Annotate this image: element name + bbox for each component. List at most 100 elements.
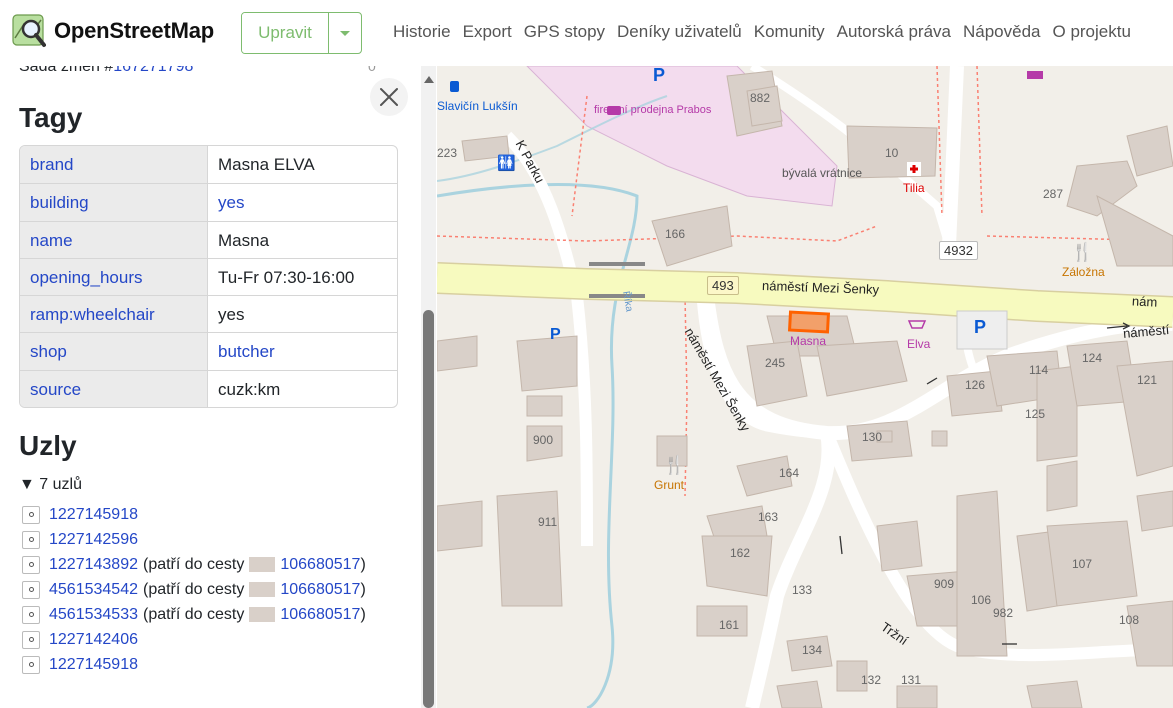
house-number: 10 (885, 146, 899, 160)
nav-copyright[interactable]: Autorská práva (837, 22, 951, 42)
nav-history[interactable]: Historie (393, 22, 451, 42)
house-number: 125 (1025, 407, 1046, 421)
edit-dropdown-toggle[interactable] (328, 13, 361, 53)
bus-stop-icon (450, 81, 459, 92)
node-link[interactable]: 4561534542 (49, 581, 138, 599)
comment-count: 0 (368, 66, 376, 74)
osm-logo-icon (12, 14, 46, 47)
restaurant-icon: 🍴 (1071, 241, 1093, 263)
tag-row: ramp:wheelchair yes (20, 295, 397, 333)
craft-icon (1027, 71, 1043, 79)
house-number: 161 (719, 618, 740, 632)
tag-value: Masna (218, 230, 270, 250)
tag-value: Tu-Fr 07:30-16:00 (218, 267, 355, 287)
node-icon (22, 655, 40, 674)
list-item: 1227143892 (patří do cesty 106680517) (22, 552, 366, 577)
part-of-text: (patří do cesty (142, 605, 245, 623)
scrollbar-thumb[interactable] (423, 310, 434, 708)
svg-text:🚻: 🚻 (497, 154, 516, 172)
tag-key[interactable]: name (20, 221, 208, 258)
list-item: 4561534533 (patří do cesty 106680517) (22, 602, 366, 627)
tag-key[interactable]: source (20, 370, 208, 408)
node-link[interactable]: 1227142406 (49, 631, 138, 649)
close-button[interactable] (370, 78, 408, 116)
nav-gps-traces[interactable]: GPS stopy (524, 22, 605, 42)
nav-help[interactable]: Nápověda (963, 22, 1041, 42)
supermarket-basket-icon (907, 320, 927, 329)
house-number: 134 (802, 643, 823, 657)
map-view[interactable]: P P 🍴 🍴 🚻 P K Parku Slavičín Lukšín fire… (437, 66, 1173, 708)
house-number: 163 (758, 510, 779, 524)
toilets-icon: 🚻 (497, 154, 516, 172)
way-icon (249, 557, 276, 572)
house-number: 982 (993, 606, 1014, 620)
changeset-link[interactable]: 167271798 (113, 66, 193, 75)
sidebar-scrollbar[interactable] (421, 66, 436, 708)
tag-key[interactable]: shop (20, 333, 208, 370)
node-link[interactable]: 1227145918 (49, 656, 138, 674)
tag-value: cuzk:km (218, 379, 281, 399)
node-link[interactable]: 4561534533 (49, 606, 138, 624)
part-of-text: (patří do cesty (142, 555, 245, 573)
nav-export[interactable]: Export (463, 22, 512, 42)
tag-row: opening_hours Tu-Fr 07:30-16:00 (20, 257, 397, 296)
way-link[interactable]: 106680517 (280, 556, 360, 574)
street-label: nám (1131, 293, 1158, 310)
node-link[interactable]: 1227142596 (49, 531, 138, 549)
nodes-heading: Uzly (19, 430, 77, 461)
comment-count-value: 0 (368, 66, 376, 74)
tag-key[interactable]: ramp:wheelchair (20, 296, 208, 333)
nav-user-diaries[interactable]: Deníky uživatelů (617, 22, 742, 42)
bus-stop-label: Slavičín Lukšín (437, 99, 518, 113)
tag-key[interactable]: brand (20, 146, 208, 184)
restaurant-label: Záložna (1062, 265, 1105, 279)
list-item: 1227142596 (22, 527, 366, 552)
close-icon (380, 88, 398, 106)
way-icon (249, 582, 276, 597)
masna-label: Masna (790, 334, 827, 348)
nodes-toggle[interactable]: ▼ 7 uzlů (19, 476, 82, 494)
main-nav: Historie Export GPS stopy Deníky uživate… (393, 22, 1143, 42)
tag-row: brand Masna ELVA (20, 146, 397, 184)
logo[interactable]: OpenStreetMap (12, 14, 214, 48)
tag-key[interactable]: opening_hours (20, 258, 208, 296)
top-bar: OpenStreetMap Upravit Historie Export GP… (0, 0, 1173, 66)
edit-button[interactable]: Upravit (242, 13, 328, 53)
tag-value-link[interactable]: butcher (208, 333, 397, 369)
chevron-down-icon (340, 30, 350, 36)
node-icon (22, 555, 40, 574)
scroll-up-arrow-icon[interactable] (424, 76, 434, 83)
list-item: 1227145918 (22, 652, 366, 677)
nav-communities[interactable]: Komunity (754, 22, 825, 42)
svg-text:P: P (974, 317, 986, 337)
node-link[interactable]: 1227145918 (49, 506, 138, 524)
tag-row: shop butcher (20, 332, 397, 370)
node-icon (22, 530, 40, 549)
tag-value-link[interactable]: yes (208, 184, 397, 220)
changeset-prefix: Sada změn # (19, 66, 114, 75)
way-link[interactable]: 106680517 (280, 581, 360, 599)
house-number: 133 (792, 583, 813, 597)
way-link[interactable]: 106680517 (280, 606, 360, 624)
tags-table: brand Masna ELVA building yes name Masna… (19, 145, 398, 409)
map-canvas: P P 🍴 🍴 🚻 P (437, 66, 1173, 708)
svg-text:P: P (653, 66, 665, 85)
parking-icon: P (974, 317, 986, 337)
house-number: 106 (971, 593, 992, 607)
nav-about[interactable]: O projektu (1053, 22, 1131, 42)
house-number: 121 (1137, 373, 1158, 387)
tag-key[interactable]: building (20, 184, 208, 221)
tag-row: building yes (20, 183, 397, 221)
node-link[interactable]: 1227143892 (49, 556, 138, 574)
road-shield-493: 493 (707, 276, 739, 295)
elva-label: Elva (907, 337, 931, 351)
node-icon (22, 630, 40, 649)
node-icon (22, 580, 40, 599)
building-label: bývalá vrátnice (782, 166, 863, 180)
way-icon (249, 607, 276, 622)
node-list: 1227145918 1227142596 1227143892 (patří … (22, 502, 366, 677)
node-icon (22, 505, 40, 524)
parking-icon: P (653, 66, 665, 85)
house-number: 107 (1072, 557, 1093, 571)
restaurant-icon: 🍴 (663, 454, 685, 476)
